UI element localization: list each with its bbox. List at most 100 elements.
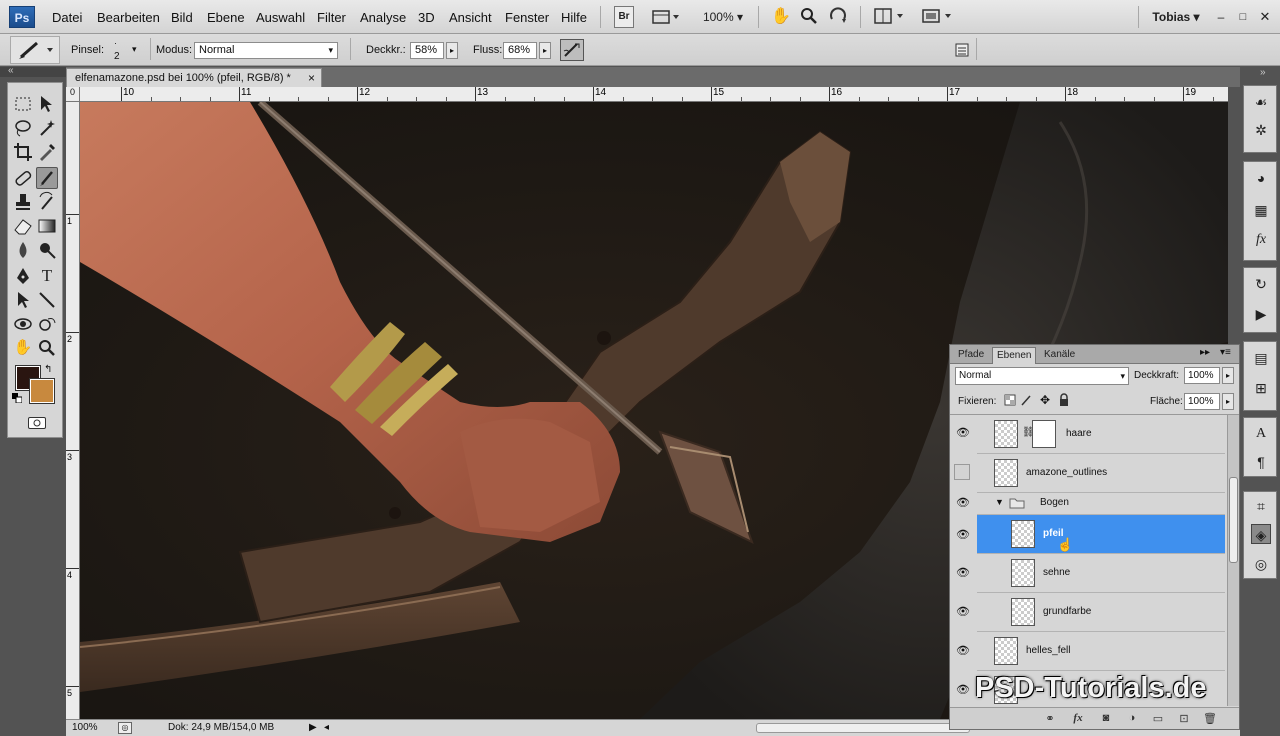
panel-collapse-icon[interactable]: ▸▸ — [1200, 347, 1210, 358]
zoom-level-select[interactable]: 100% ▾ — [698, 6, 748, 28]
zoom-status[interactable]: 100% — [72, 722, 98, 733]
pen-tool[interactable] — [12, 265, 34, 287]
horizontal-scrollbar-thumb[interactable] — [756, 723, 970, 733]
visibility-toggle[interactable]: 👁 — [954, 642, 972, 660]
tab-paths[interactable]: Pfade — [954, 347, 988, 364]
close-document-icon[interactable]: × — [308, 69, 315, 87]
layer-fill-slider-button[interactable]: ▸ — [1222, 393, 1234, 410]
3d-orbit-tool[interactable] — [36, 313, 58, 335]
layers-icon[interactable]: ◈ — [1251, 524, 1271, 544]
visibility-toggle[interactable]: 👁 — [954, 526, 972, 544]
layer-row-helles-fell[interactable]: helles_fell — [977, 632, 1225, 671]
zoom-tool-button[interactable] — [798, 6, 820, 28]
zoom-tool[interactable] — [36, 337, 58, 359]
lock-image-button[interactable] — [1020, 394, 1032, 406]
lock-position-button[interactable]: ✥ — [1038, 393, 1052, 407]
opacity-input[interactable]: 58% — [410, 42, 444, 59]
move-tool[interactable] — [36, 93, 58, 115]
vertical-ruler[interactable]: 1 2 3 4 5 — [66, 102, 80, 719]
expand-panels-icon[interactable]: » — [1260, 67, 1266, 78]
info-icon[interactable]: ⊞ — [1251, 378, 1271, 398]
layer-row-sehne[interactable]: sehne — [977, 554, 1225, 593]
layer-fill-input[interactable]: 100% — [1184, 393, 1220, 410]
hand-tool-button[interactable]: ✋ — [770, 6, 792, 28]
status-menu-arrow-icon[interactable]: ▶ — [309, 722, 317, 733]
workspace-switcher[interactable]: Tobias ▾ — [1146, 6, 1206, 28]
styles-icon[interactable]: fx — [1251, 230, 1271, 250]
menu-datei[interactable]: Datei — [52, 10, 82, 25]
new-group-icon[interactable]: ▭ — [1150, 712, 1166, 726]
color-palette-icon[interactable]: ◕ — [1251, 168, 1271, 188]
layers-scrollbar[interactable] — [1227, 415, 1239, 706]
adjustments-icon[interactable]: ▤ — [1251, 348, 1271, 368]
link-layers-icon[interactable]: ⚭ — [1042, 712, 1058, 726]
bridge-button[interactable]: Br — [614, 6, 634, 28]
blend-mode-select[interactable]: Normal ▾ — [194, 42, 338, 59]
clone-source-icon[interactable]: ✲ — [1251, 120, 1271, 140]
visibility-toggle-off[interactable] — [954, 464, 970, 480]
eyedropper-tool[interactable] — [36, 141, 58, 163]
default-colors-icon[interactable] — [12, 393, 23, 404]
character-icon[interactable]: A — [1251, 424, 1271, 444]
arrange-documents-button[interactable] — [870, 6, 908, 28]
history-icon[interactable]: ↻ — [1251, 274, 1271, 294]
menu-hilfe[interactable]: Hilfe — [561, 10, 587, 25]
dodge-tool[interactable] — [36, 239, 58, 261]
3d-rotate-tool[interactable] — [12, 313, 34, 335]
ruler-origin[interactable]: 0 — [66, 87, 80, 102]
layer-group-bogen[interactable]: ▼ Bogen — [977, 493, 1225, 515]
quick-mask-button[interactable] — [28, 417, 46, 429]
minimize-button[interactable]: – — [1212, 6, 1230, 28]
collapse-arrows-icon[interactable]: « — [8, 65, 14, 76]
channels-icon[interactable]: ◎ — [1251, 554, 1271, 574]
horizontal-ruler[interactable]: 10 11 12 13 14 15 16 17 18 19 — [80, 87, 1228, 102]
flow-slider-button[interactable]: ▸ — [539, 42, 551, 59]
visibility-toggle[interactable]: 👁 — [954, 494, 972, 512]
layer-style-icon[interactable]: fx — [1070, 712, 1086, 726]
tab-layers[interactable]: Ebenen — [992, 347, 1037, 364]
visibility-toggle[interactable]: 👁 — [954, 681, 972, 699]
hand-tool[interactable]: ✋ — [12, 337, 34, 359]
actions-icon[interactable]: ▶ — [1251, 304, 1271, 324]
crop-tool[interactable] — [12, 141, 34, 163]
menu-auswahl[interactable]: Auswahl — [256, 10, 305, 25]
visibility-toggle[interactable]: 👁 — [954, 603, 972, 621]
clone-stamp-tool[interactable] — [12, 191, 34, 213]
eraser-tool[interactable] — [12, 215, 34, 237]
flow-input[interactable]: 68% — [503, 42, 537, 59]
brush-presets-icon[interactable]: ☙ — [1251, 92, 1271, 112]
menu-bearbeiten[interactable]: Bearbeiten — [97, 10, 160, 25]
screen-mode-button[interactable] — [918, 6, 956, 28]
lasso-tool[interactable] — [12, 117, 34, 139]
layer-opacity-input[interactable]: 100% — [1184, 367, 1220, 384]
layers-scrollbar-thumb[interactable] — [1229, 477, 1238, 563]
paths-icon[interactable]: ⌗ — [1251, 496, 1271, 516]
maximize-button[interactable]: □ — [1234, 6, 1252, 28]
swap-colors-icon[interactable]: ↰ — [44, 364, 52, 375]
magic-wand-tool[interactable] — [36, 117, 58, 139]
menu-bild[interactable]: Bild — [171, 10, 193, 25]
new-layer-icon[interactable]: ⊡ — [1176, 712, 1192, 726]
menu-ansicht[interactable]: Ansicht — [449, 10, 492, 25]
tool-preset-picker[interactable] — [10, 36, 60, 64]
tab-channels[interactable]: Kanäle — [1040, 347, 1079, 364]
menu-analyse[interactable]: Analyse — [360, 10, 406, 25]
gradient-tool[interactable] — [36, 215, 58, 237]
add-mask-icon[interactable]: ◙ — [1098, 712, 1114, 726]
history-brush-tool[interactable] — [36, 191, 58, 213]
layer-row-haare[interactable]: ⛓ haare — [977, 415, 1225, 454]
layer-mask-thumbnail[interactable] — [1032, 420, 1056, 448]
airbrush-toggle[interactable] — [560, 39, 584, 61]
path-selection-tool[interactable] — [12, 289, 34, 311]
panel-menu-icon[interactable]: ▾≡ — [1220, 347, 1231, 358]
layer-row-grundfarbe[interactable]: grundfarbe — [977, 593, 1225, 632]
status-preview-icon[interactable]: ◎ — [118, 722, 132, 734]
menu-fenster[interactable]: Fenster — [505, 10, 549, 25]
brush-tool[interactable] — [36, 167, 58, 189]
brush-picker[interactable]: · 2 ▾ — [106, 38, 146, 64]
visibility-toggle[interactable]: 👁 — [954, 564, 972, 582]
view-extras-button[interactable] — [648, 6, 682, 28]
swatches-icon[interactable]: ▦ — [1251, 200, 1271, 220]
lock-all-button[interactable] — [1058, 393, 1070, 407]
menu-filter[interactable]: Filter — [317, 10, 346, 25]
